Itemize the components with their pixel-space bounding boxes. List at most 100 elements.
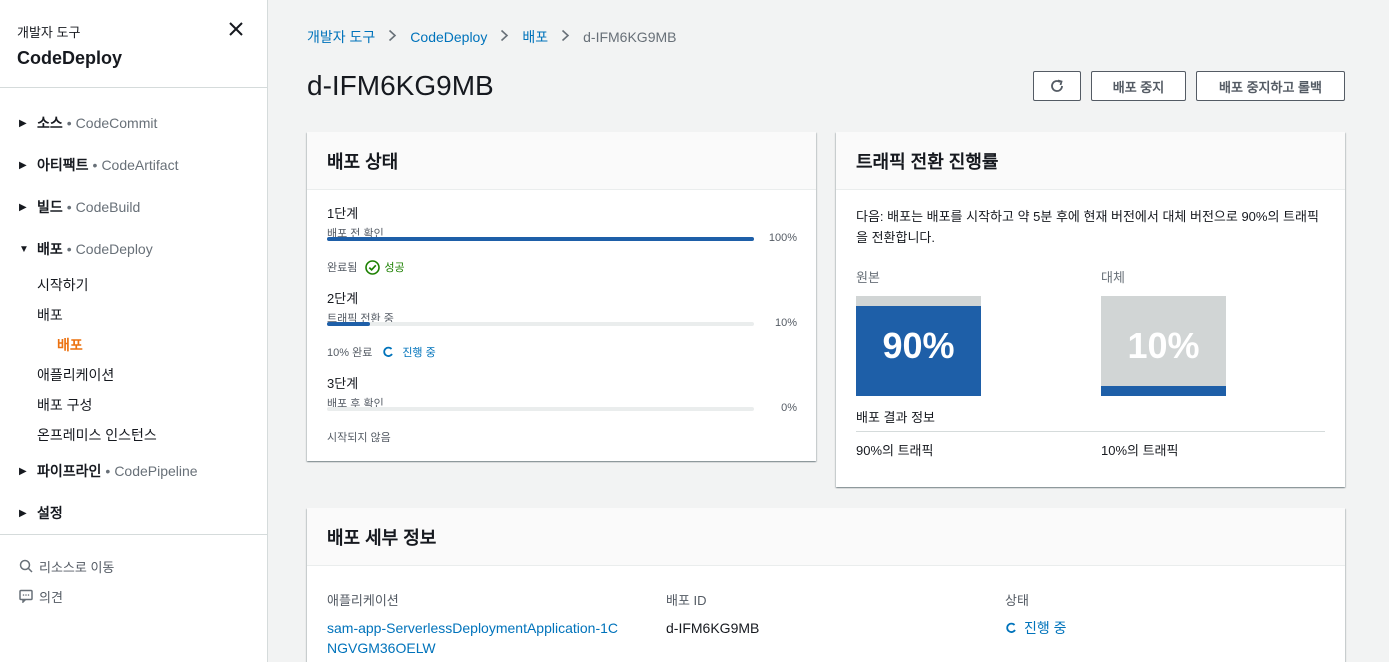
status-label: 상태 — [1005, 593, 1029, 608]
group-label: 파이프라인 — [37, 463, 102, 479]
breadcrumb-developer-tools[interactable]: 개발자 도구 — [307, 27, 375, 47]
deployment-id-value: d-IFM6KG9MB — [666, 620, 760, 636]
breadcrumb-codedeploy[interactable]: CodeDeploy — [410, 29, 487, 45]
group-service: CodeDeploy — [75, 241, 153, 257]
stage-status: 시작되지 않음 — [327, 429, 391, 445]
deployment-result-info: 배포 결과 정보 — [856, 410, 935, 425]
original-traffic-box: 90% — [856, 296, 981, 396]
go-to-resource-link[interactable]: 리소스로 이동 — [0, 551, 267, 581]
group-label: 소스 — [37, 115, 63, 131]
stage-1: 1단계 배포 전 확인 100% 완료됨 성공 — [327, 203, 797, 275]
sidebar-footer: 리소스로 이동 의견 — [0, 534, 267, 611]
sidebar-group-build[interactable]: ▶ 빌드 • CodeBuild — [0, 186, 267, 228]
status-badge-label: 성공 — [384, 262, 405, 274]
group-separator: • — [66, 241, 72, 257]
sidebar-group-artifact[interactable]: ▶ 아티팩트 • CodeArtifact — [0, 144, 267, 186]
replacement-traffic-text: 10%의 트래픽 — [1101, 443, 1179, 458]
original-label: 원본 — [856, 270, 880, 285]
original-traffic-text: 90%의 트래픽 — [856, 443, 934, 458]
chevron-right-icon — [561, 29, 570, 45]
deployment-id-field: 배포 ID d-IFM6KG9MB — [666, 590, 759, 638]
main-content: 개발자 도구 CodeDeploy 배포 d-IFM6KG9MB d-IFM6K… — [268, 0, 1389, 662]
sidebar-subtitle: 개발자 도구 — [17, 25, 81, 40]
replacement-traffic-box: 10% — [1101, 296, 1226, 396]
caret-right-icon: ▶ — [19, 507, 27, 519]
group-label: 빌드 — [37, 199, 63, 215]
group-separator: • — [66, 199, 72, 215]
feedback-icon — [19, 589, 33, 603]
sidebar-group-settings[interactable]: ▶ 설정 — [0, 492, 267, 534]
progress-bar-fill — [327, 322, 370, 326]
stage-2: 2단계 트래픽 전환 중 10% 10% 완료 진행 중 — [327, 288, 797, 359]
chevron-right-icon — [500, 29, 509, 45]
sidebar-item-getting-started[interactable]: 시작하기 — [0, 270, 267, 300]
group-label: 배포 — [37, 241, 63, 257]
application-link[interactable]: sam-app-ServerlessDeploymentApplication-… — [327, 618, 627, 658]
status-value: 진행 중 — [1005, 618, 1067, 638]
sidebar-item-onprem-instances[interactable]: 온프레미스 인스턴스 — [0, 420, 267, 450]
status-value-label: 진행 중 — [1024, 620, 1067, 636]
breadcrumb: 개발자 도구 CodeDeploy 배포 d-IFM6KG9MB — [307, 27, 676, 47]
application-label: 애플리케이션 — [327, 593, 399, 608]
progress-percent: 100% — [768, 232, 797, 244]
card-title: 트래픽 전환 진행률 — [836, 132, 1345, 190]
sidebar-item-deployment-configs[interactable]: 배포 구성 — [0, 390, 267, 420]
status-badge-label: 진행 중 — [402, 347, 436, 359]
stage-name: 3단계 — [327, 376, 359, 391]
replacement-label: 대체 — [1101, 270, 1125, 285]
progress-bar — [327, 237, 754, 241]
spinner-icon — [1006, 622, 1016, 633]
page-title: d-IFM6KG9MB — [307, 70, 494, 101]
sidebar-item-deployment-active[interactable]: 배포 — [0, 330, 267, 360]
status-badge: 성공 — [365, 259, 405, 275]
group-service: CodeCommit — [75, 115, 158, 131]
feedback-link[interactable]: 의견 — [0, 581, 267, 611]
progress-percent: 0% — [781, 402, 797, 414]
stage-status-text: 10% 완료 — [327, 347, 373, 359]
sidebar-title: CodeDeploy — [17, 48, 123, 68]
status-badge: 진행 중 — [382, 344, 436, 360]
breadcrumb-deployments[interactable]: 배포 — [522, 27, 548, 47]
sidebar-nav: ▶ 소스 • CodeCommit ▶ 아티팩트 • CodeArtifact … — [0, 88, 267, 534]
sidebar-item-applications[interactable]: 애플리케이션 — [0, 360, 267, 390]
group-label: 설정 — [37, 505, 63, 521]
feedback-label: 의견 — [39, 589, 63, 605]
chevron-right-icon — [388, 29, 397, 45]
success-check-icon — [365, 259, 381, 275]
header-actions: 배포 중지 배포 중지하고 롤백 — [1023, 71, 1345, 101]
progress-bar — [327, 407, 754, 411]
group-label: 아티팩트 — [37, 157, 89, 173]
deployment-status-card: 배포 상태 1단계 배포 전 확인 100% 완료됨 성공 2단계 트래픽 전환… — [307, 132, 816, 461]
group-separator: • — [105, 463, 111, 479]
stage-status-text: 시작되지 않음 — [327, 432, 391, 444]
sidebar-group-deploy[interactable]: ▼ 배포 • CodeDeploy — [0, 228, 267, 270]
refresh-icon — [1051, 79, 1063, 92]
stop-deployment-button[interactable]: 배포 중지 — [1091, 71, 1186, 101]
caret-right-icon: ▶ — [19, 465, 27, 477]
caret-right-icon: ▶ — [19, 201, 27, 213]
breadcrumb-current: d-IFM6KG9MB — [583, 29, 677, 45]
original-traffic-percent: 90% — [882, 325, 955, 366]
group-separator: • — [66, 115, 72, 131]
stop-and-rollback-button[interactable]: 배포 중지하고 롤백 — [1196, 71, 1345, 101]
stage-3: 3단계 배포 후 확인 0% 시작되지 않음 — [327, 373, 797, 444]
sidebar-item-deployments[interactable]: 배포 — [0, 300, 267, 330]
group-separator: • — [92, 157, 98, 173]
stage-status-text: 완료됨 — [327, 262, 358, 274]
group-service: CodeArtifact — [101, 157, 179, 173]
traffic-description: 다음: 배포는 배포를 시작하고 약 5분 후에 현재 버전에서 대체 버전으로… — [856, 209, 1319, 245]
stage-status: 10% 완료 진행 중 — [327, 344, 436, 360]
close-icon[interactable] — [227, 20, 245, 38]
caret-right-icon: ▶ — [19, 159, 27, 171]
progress-percent: 10% — [774, 317, 797, 329]
sidebar-group-pipeline[interactable]: ▶ 파이프라인 • CodePipeline — [0, 450, 267, 492]
deployment-id-label: 배포 ID — [666, 593, 707, 608]
progress-bar-fill — [327, 237, 754, 241]
application-field: 애플리케이션 sam-app-ServerlessDeploymentAppli… — [327, 590, 627, 658]
deployment-details-card: 배포 세부 정보 애플리케이션 sam-app-ServerlessDeploy… — [307, 508, 1345, 662]
divider — [856, 431, 1325, 432]
spinner-icon — [383, 346, 394, 357]
sidebar-group-source[interactable]: ▶ 소스 • CodeCommit — [0, 102, 267, 144]
refresh-button[interactable] — [1033, 71, 1081, 101]
traffic-shifting-card: 트래픽 전환 진행률 다음: 배포는 배포를 시작하고 약 5분 후에 현재 버… — [836, 132, 1345, 487]
